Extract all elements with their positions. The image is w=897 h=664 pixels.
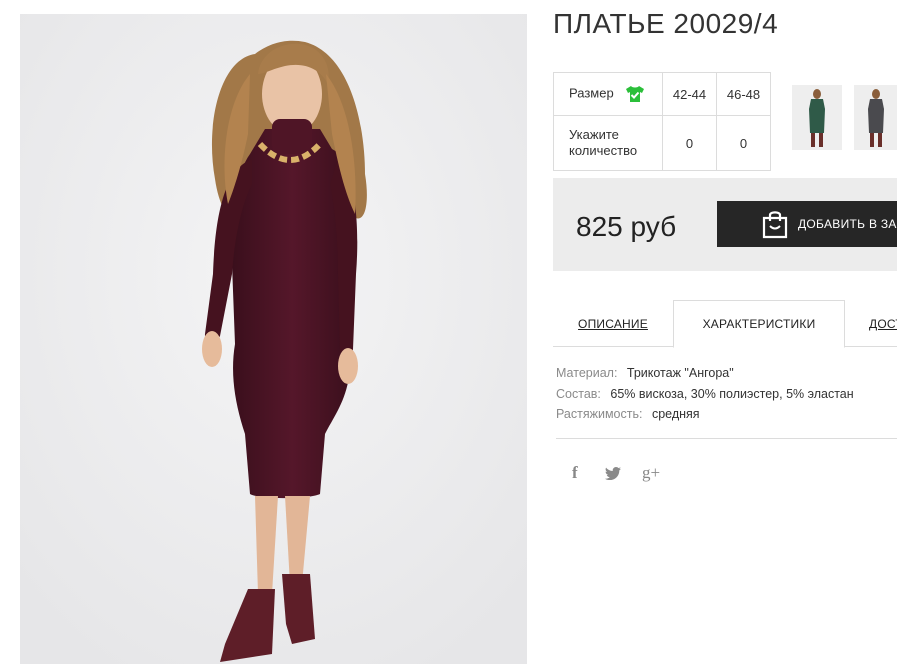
composition-value: 65% вискоза, 30% полиэстер, 5% эластан [610,386,854,401]
quantity-label-cell: Укажите количество [553,115,663,171]
tab-description-label: ОПИСАНИЕ [578,316,648,331]
size-label: Размер [569,85,614,101]
google-plus-icon[interactable]: g+ [642,463,660,483]
quantity-label-line1: Укажите [569,127,619,142]
thumbnail-grey-dress[interactable] [854,85,897,150]
stretch-label: Растяжимость: [556,407,643,421]
composition-label: Состав: [556,386,601,401]
add-to-order-label: ДОБАВИТЬ В ЗАКАЗ [798,217,897,231]
tab-delivery[interactable]: ДОСТАВКА [869,300,897,347]
divider [556,438,897,439]
twitter-icon[interactable] [605,463,621,480]
add-to-order-button[interactable]: ДОБАВИТЬ В ЗАКАЗ [717,201,897,247]
quantity-label-line2: количество [569,143,638,158]
characteristic-material: Материал: Трикотаж "Ангора" [556,363,854,384]
facebook-icon[interactable]: f [572,463,578,483]
stretch-value: средняя [651,407,700,421]
material-label: Материал: [556,366,618,380]
tab-delivery-label: ДОСТАВКА [869,316,897,331]
product-price: 825 руб [576,211,677,242]
quantity-input-46-48[interactable]: 0 [716,115,771,171]
size-quantity-table: Размер 42-44 46-48 Укажите количество 0 … [553,72,771,171]
tab-description[interactable]: ОПИСАНИЕ [553,300,673,347]
characteristic-composition: Состав: 65% вискоза, 30% полиэстер, 5% э… [556,384,854,405]
dress-model-illustration [20,14,527,664]
tshirt-check-icon[interactable] [625,85,645,103]
product-title: ПЛАТЬЕ 20029/4 [553,8,779,39]
shopping-bag-icon [762,211,788,239]
tab-characteristics-label: ХАРАКТЕРИСТИКИ [702,317,816,331]
product-main-photo[interactable] [20,14,527,664]
material-value: Трикотаж "Ангора" [626,366,734,380]
characteristics-list: Материал: Трикотаж "Ангора" Состав: 65% … [556,363,854,425]
purchase-panel: 825 руб ДОБАВИТЬ В ЗАКАЗ [553,178,897,271]
tab-characteristics[interactable]: ХАРАКТЕРИСТИКИ [673,300,845,348]
thumbnail-green-dress[interactable] [792,85,842,150]
size-option-46-48: 46-48 [716,72,771,116]
quantity-input-42-44[interactable]: 0 [662,115,717,171]
characteristic-stretch: Растяжимость: средняя [556,404,854,425]
product-tabs: ОПИСАНИЕ ХАРАКТЕРИСТИКИ ДОСТАВКА [553,300,897,348]
size-option-42-44: 42-44 [662,72,717,116]
size-label-cell: Размер [553,72,663,116]
